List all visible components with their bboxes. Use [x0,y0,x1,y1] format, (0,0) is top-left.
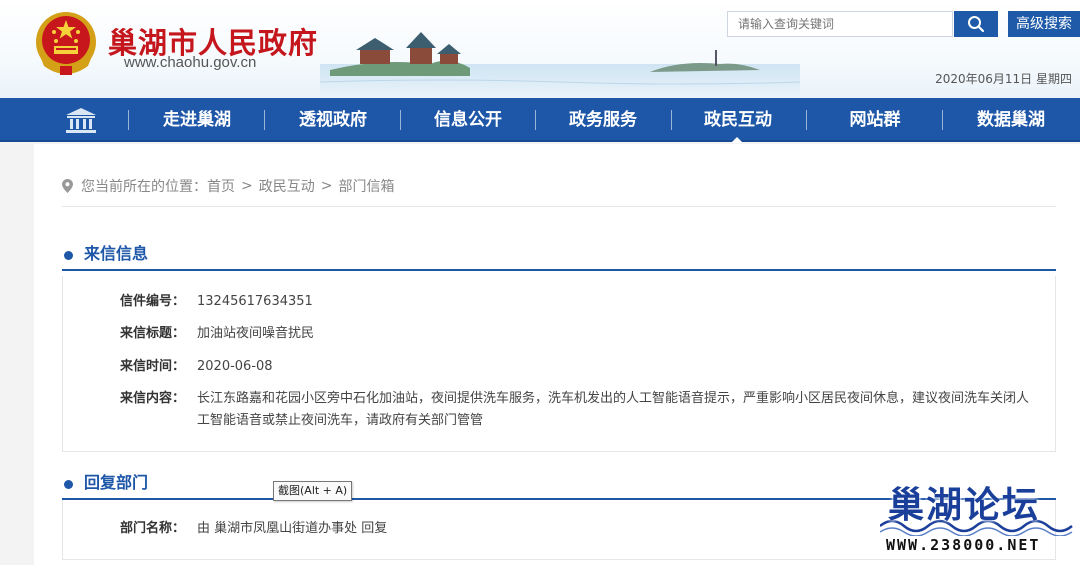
letter-title-value: 加油站夜间噪音扰民 [197,326,315,341]
main-navigation: 走进巢湖 透视政府 信息公开 政务服务 政民互动 网站群 数据巢湖 [0,98,1080,142]
breadcrumb-current: 部门信箱 [338,179,395,195]
site-header: 巢湖市人民政府 www.chaohu.gov.cn 高级搜索 2020年06月1… [0,0,1080,98]
national-emblem-icon [36,12,96,75]
search-input[interactable] [727,11,953,37]
nav-separator [264,110,265,130]
watermark-title: 巢湖论坛 [888,484,1041,526]
letter-number-value: 13245617634351 [197,294,313,309]
letter-content-value: 长江东路嘉和花园小区旁中石化加油站，夜间提供洗车服务，洗车机发出的人工智能语音提… [197,391,1030,428]
nav-item-zhengmin-hudong[interactable]: 政民互动 [677,98,799,142]
section-bullet-icon [64,480,73,489]
breadcrumb-divider [62,206,1056,207]
letter-info-section-header: 来信信息 [62,243,1056,271]
nav-separator [806,110,807,130]
building-icon[interactable] [64,107,98,133]
section-bullet-icon [64,251,73,260]
nav-item-toushi-zhengfu[interactable]: 透视政府 [272,98,394,142]
nav-item-zhengwu-fuwu[interactable]: 政务服务 [542,98,664,142]
nav-separator [671,110,672,130]
watermark-url: WWW.238000.NET [886,536,1041,554]
breadcrumb: 您当前所在的位置： 首页 > 政民互动 > 部门信箱 [62,176,394,196]
letter-info-box: 信件编号： 13245617634351 来信标题： 加油站夜间噪音扰民 来信时… [62,276,1056,452]
letter-date-value: 2020-06-08 [197,359,273,374]
nav-separator [535,110,536,130]
location-pin-icon [62,179,73,193]
letter-number-label: 信件编号： [119,294,185,309]
screenshot-tooltip: 截图(Alt + A) [273,481,353,501]
nav-separator [942,110,943,130]
letter-content-label: 来信内容： [119,391,185,406]
nav-separator [128,110,129,130]
letter-title-label: 来信标题： [119,326,185,341]
nav-item-shuju-chaohu[interactable]: 数据巢湖 [950,98,1072,142]
breadcrumb-prefix: 您当前所在的位置： [81,179,207,195]
search-button[interactable] [954,11,998,37]
advanced-search-button[interactable]: 高级搜索 [1008,11,1080,37]
nav-item-xinxi-gongkai[interactable]: 信息公开 [407,98,529,142]
site-url[interactable]: www.chaohu.gov.cn [124,54,256,71]
forum-watermark: 巢湖论坛 WWW.238000.NET [880,470,1080,565]
breadcrumb-home-link[interactable]: 首页 [207,176,235,196]
nav-item-zoujin-chaohu[interactable]: 走进巢湖 [136,98,258,142]
breadcrumb-separator: > [320,178,333,194]
breadcrumb-separator: > [241,178,253,194]
nav-separator [400,110,401,130]
letter-info-title: 来信信息 [84,244,149,263]
department-label: 部门名称： [119,521,185,536]
active-nav-caret [731,137,743,143]
search-icon [968,16,985,33]
current-date: 2020年06月11日 星期四 [935,72,1072,86]
nav-item-wangzhanqun[interactable]: 网站群 [814,98,936,142]
letter-date-label: 来信时间： [119,359,185,374]
breadcrumb-interaction-link[interactable]: 政民互动 [259,176,315,196]
reply-section-title: 回复部门 [84,473,149,492]
